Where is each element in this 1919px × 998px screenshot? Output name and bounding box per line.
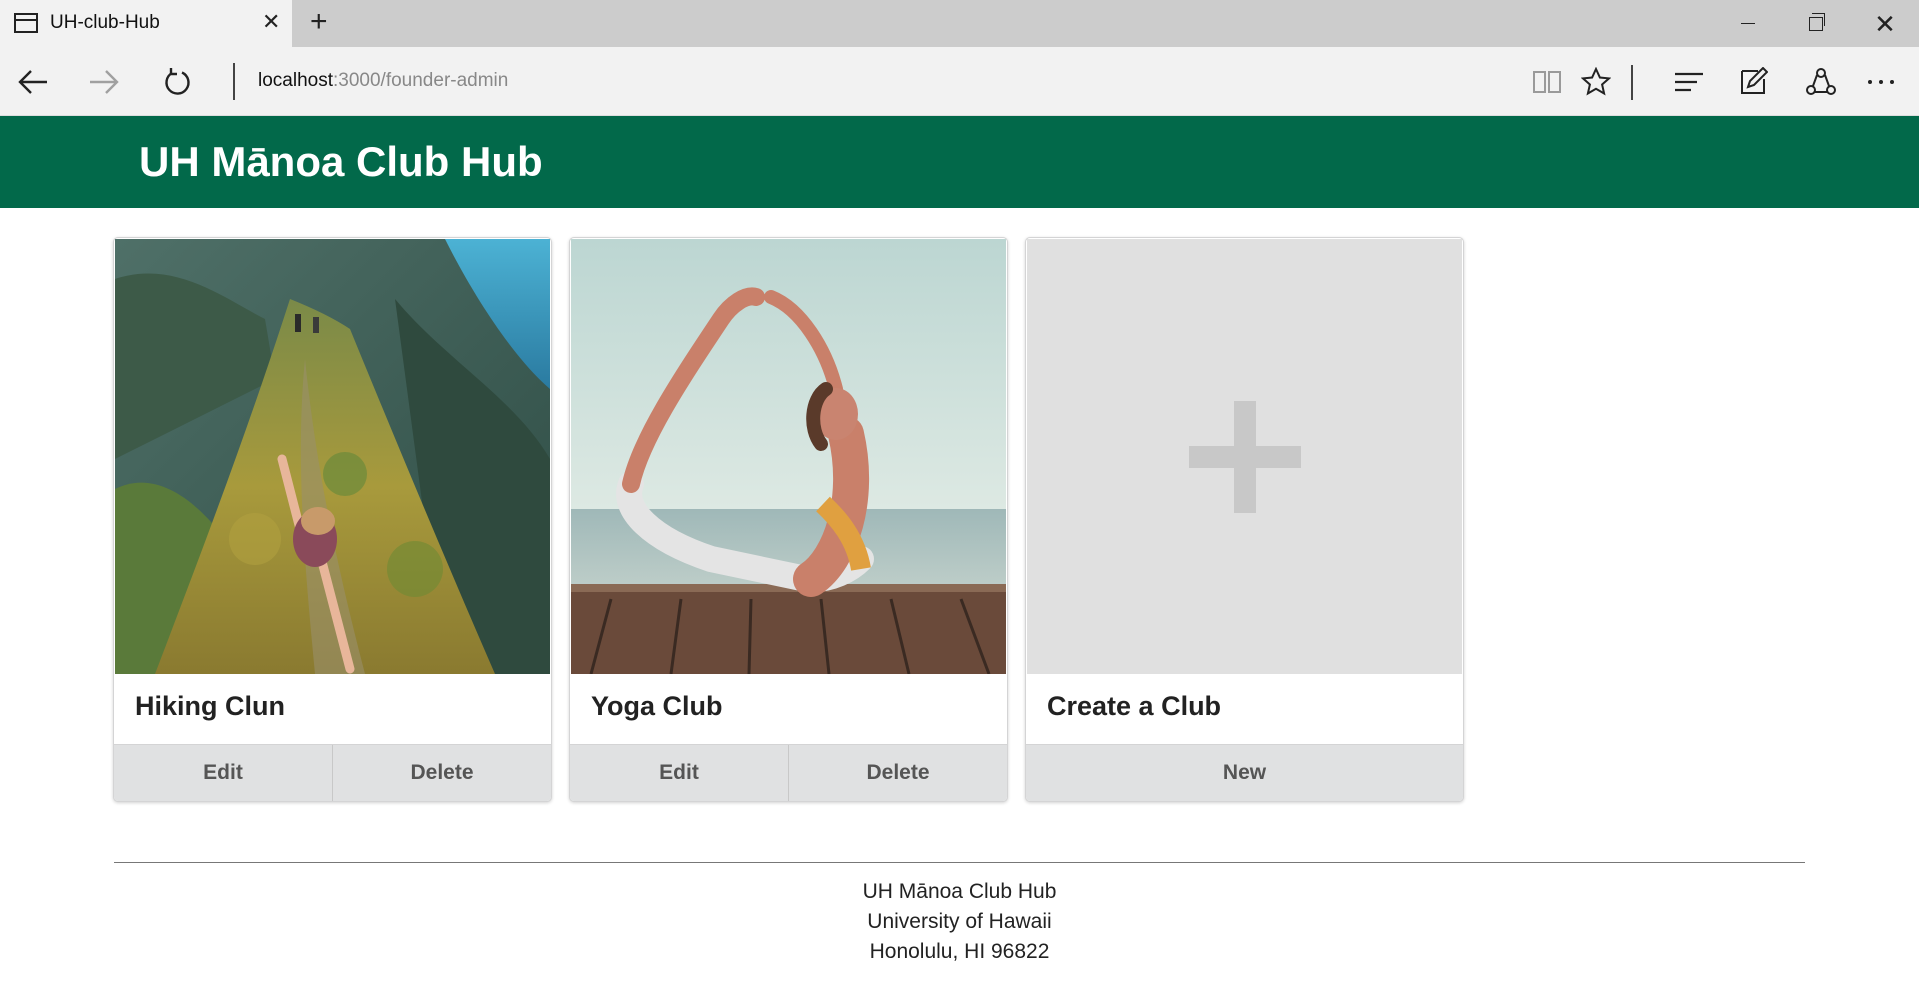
edit-button[interactable]: Edit bbox=[114, 745, 332, 801]
browser-tab[interactable]: UH-club-Hub ✕ bbox=[0, 0, 292, 47]
browser-titlebar: UH-club-Hub ✕ + ✕ bbox=[0, 0, 1919, 47]
new-club-button[interactable]: New bbox=[1026, 745, 1463, 801]
club-card: Yoga Club Edit Delete bbox=[569, 237, 1008, 802]
tab-title: UH-club-Hub bbox=[50, 12, 160, 33]
club-card: Hiking Clun Edit Delete bbox=[113, 237, 552, 802]
page-icon bbox=[14, 13, 38, 33]
card-actions: New bbox=[1026, 744, 1463, 801]
edit-button[interactable]: Edit bbox=[570, 745, 788, 801]
site-footer: UH Mānoa Club Hub University of Hawaii H… bbox=[0, 877, 1919, 967]
favorite-star-icon[interactable] bbox=[1571, 47, 1621, 116]
create-club-image[interactable] bbox=[1027, 239, 1462, 674]
yoga-photo bbox=[571, 239, 1006, 674]
delete-button[interactable]: Delete bbox=[788, 745, 1007, 801]
create-club-card: Create a Club New bbox=[1025, 237, 1464, 802]
footer-site-name: UH Mānoa Club Hub bbox=[862, 880, 1057, 903]
footer-address: Honolulu, HI 96822 bbox=[869, 940, 1050, 963]
address-separator bbox=[233, 63, 235, 100]
address-bar: localhost:3000/founder-admin bbox=[0, 47, 1919, 116]
club-name[interactable]: Hiking Clun bbox=[135, 691, 285, 722]
delete-button[interactable]: Delete bbox=[332, 745, 551, 801]
more-options-icon[interactable] bbox=[1856, 47, 1906, 116]
share-icon[interactable] bbox=[1796, 47, 1846, 116]
toolbar-separator bbox=[1631, 65, 1633, 100]
club-name[interactable]: Yoga Club bbox=[591, 691, 723, 722]
create-club-title[interactable]: Create a Club bbox=[1047, 691, 1221, 722]
plus-icon bbox=[1188, 400, 1301, 513]
web-note-icon[interactable] bbox=[1728, 47, 1778, 116]
site-header: UH Mānoa Club Hub bbox=[0, 116, 1919, 208]
card-actions: Edit Delete bbox=[114, 744, 551, 801]
card-actions: Edit Delete bbox=[570, 744, 1007, 801]
url-host: localhost bbox=[258, 70, 333, 91]
footer-divider bbox=[114, 862, 1805, 863]
forward-icon[interactable] bbox=[77, 47, 131, 116]
reading-view-icon[interactable] bbox=[1522, 47, 1572, 116]
site-title[interactable]: UH Mānoa Club Hub bbox=[139, 138, 543, 186]
close-tab-icon[interactable]: ✕ bbox=[262, 11, 280, 33]
footer-university: University of Hawaii bbox=[867, 910, 1052, 933]
close-window-button[interactable]: ✕ bbox=[1851, 0, 1919, 47]
url-field[interactable]: localhost:3000/founder-admin bbox=[258, 70, 508, 92]
refresh-icon[interactable] bbox=[150, 47, 204, 116]
new-tab-icon[interactable]: + bbox=[310, 7, 328, 37]
back-icon[interactable] bbox=[6, 47, 60, 116]
url-path: :3000/founder-admin bbox=[333, 70, 509, 91]
hiking-photo bbox=[115, 239, 550, 674]
minimize-button[interactable] bbox=[1714, 0, 1782, 47]
hub-icon[interactable] bbox=[1664, 47, 1714, 116]
restore-button[interactable] bbox=[1782, 0, 1850, 47]
